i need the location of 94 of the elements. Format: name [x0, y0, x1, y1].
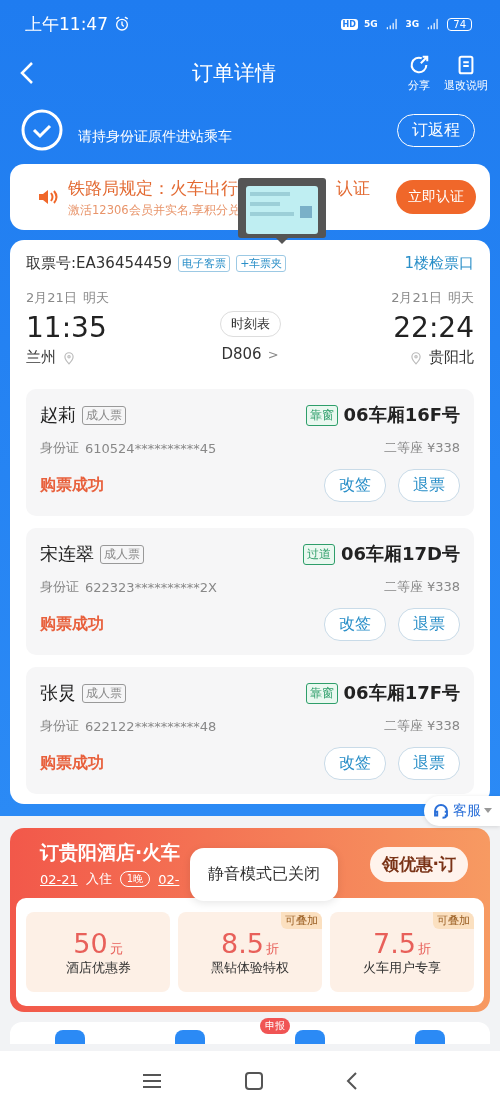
coupon-card[interactable]: 50 元 酒店优惠券: [26, 912, 170, 992]
chevron-icon: >: [267, 346, 279, 362]
seat-position-tag: 过道: [302, 543, 335, 565]
checkin-date[interactable]: 02-21: [40, 871, 78, 887]
arrive-date: 2月21日: [391, 289, 442, 307]
refund-button[interactable]: 退票: [398, 469, 460, 502]
stackable-tag: 可叠加: [433, 912, 474, 929]
id-label: 身份证: [40, 717, 79, 735]
seat-class-price: 二等座 ¥338: [383, 439, 460, 457]
refund-rules-button[interactable]: 退改说明: [444, 53, 488, 93]
coupon-value: 50: [73, 927, 108, 959]
toast-message: 静音模式已关闭: [190, 848, 338, 901]
ticket-status: 购票成功: [40, 753, 104, 774]
timetable-button[interactable]: 时刻表: [219, 311, 281, 337]
status-time: 上午11:47: [25, 12, 108, 36]
speaker-icon: [38, 188, 58, 206]
ticket-type: 成人票: [100, 544, 144, 564]
stackable-tag: 可叠加: [281, 912, 322, 929]
coupon-label: 酒店优惠券: [65, 958, 131, 977]
alarm-icon: [114, 16, 130, 32]
passenger-name: 宋连翠: [40, 542, 94, 566]
id-label: 身份证: [40, 439, 79, 457]
id-label: 身份证: [40, 578, 79, 596]
ticket-status: 购票成功: [40, 614, 104, 635]
seat-position-tag: 靠窗: [305, 404, 338, 426]
hd-indicator: HD: [340, 18, 358, 30]
ticket-status: 购票成功: [40, 475, 104, 496]
coupon-unit: 折: [417, 939, 431, 958]
seat-number: 06车厢17F号: [343, 681, 460, 705]
menu-icon[interactable]: [141, 1073, 162, 1089]
customer-service-button[interactable]: 客服: [424, 796, 500, 826]
home-icon[interactable]: [245, 1072, 263, 1090]
id-number: 610524**********45: [85, 440, 217, 456]
hotel-promo-title: 订贵阳酒店·火车: [40, 841, 181, 863]
pickup-number: 取票号:EA36454459: [26, 254, 173, 273]
change-ticket-button[interactable]: 改签: [324, 608, 386, 641]
change-ticket-button[interactable]: 改签: [324, 469, 386, 502]
id-number: 622323**********2X: [85, 579, 217, 595]
check-circle-icon: [20, 108, 64, 152]
shortcut-icon[interactable]: [295, 1030, 325, 1044]
seat-number: 06车厢17D号: [340, 542, 460, 566]
train-number[interactable]: D806: [221, 345, 262, 363]
passenger-name: 张炅: [40, 681, 76, 705]
verify-button[interactable]: 立即认证: [396, 180, 476, 214]
network-label: 3G: [405, 19, 420, 29]
ticket-type: 成人票: [82, 683, 126, 703]
checkout-date[interactable]: 02-: [158, 871, 180, 887]
arrive-time: 22:24: [393, 311, 474, 344]
seat-class-price: 二等座 ¥338: [383, 578, 460, 596]
share-button[interactable]: 分享: [408, 53, 430, 93]
shortcut-icon[interactable]: [55, 1030, 85, 1044]
declare-badge: 申报: [260, 1018, 290, 1034]
caret-icon: [484, 808, 492, 814]
shortcut-icon[interactable]: [175, 1030, 205, 1044]
arrive-station: 贵阳北: [429, 348, 474, 367]
coupon-value: 7.5: [373, 927, 416, 959]
location-pin-icon: [409, 349, 423, 366]
depart-day: 明天: [82, 289, 109, 307]
seat-position-tag: 靠窗: [305, 682, 338, 704]
ticket-tag[interactable]: +车票夹: [236, 255, 287, 272]
ticket-gate: 1楼检票口: [404, 254, 474, 273]
change-ticket-button[interactable]: 改签: [324, 747, 386, 780]
checkin-label: 入住: [85, 870, 112, 888]
ticket-type: 成人票: [82, 405, 126, 425]
page-title: 订单详情: [191, 60, 277, 87]
coupon-label: 黑钻体验特权: [211, 958, 289, 977]
coupon-card[interactable]: 可叠加 7.5 折 火车用户专享: [330, 912, 474, 992]
share-icon: [408, 53, 430, 76]
battery-level: 74: [447, 17, 472, 31]
boarding-hint: 请持身份证原件进站乘车: [78, 127, 233, 146]
passenger-name: 赵莉: [40, 403, 76, 427]
notice-title: 铁路局规定：火车出行: [68, 176, 238, 200]
depart-station: 兰州: [26, 348, 56, 367]
depart-date: 2月21日: [26, 289, 77, 307]
arrive-day: 明天: [448, 289, 474, 307]
back-icon[interactable]: [346, 1072, 359, 1090]
notice-title: 认证: [336, 176, 370, 200]
coupon-card[interactable]: 可叠加 8.5 折 黑钻体验特权: [178, 912, 322, 992]
seat-number: 06车厢16F号: [343, 403, 460, 427]
coupon-value: 8.5: [221, 927, 264, 959]
location-pin-icon: [62, 349, 76, 366]
ticket-tag[interactable]: 电子客票: [178, 255, 231, 272]
coupon-unit: 元: [109, 939, 123, 958]
headset-icon: [432, 802, 450, 820]
depart-time: 11:35: [26, 311, 107, 344]
network-label: 5G: [363, 19, 378, 29]
seat-class-price: 二等座 ¥338: [383, 717, 460, 735]
shortcut-icon[interactable]: [415, 1030, 445, 1044]
coupon-label: 火车用户专享: [363, 958, 441, 977]
refund-button[interactable]: 退票: [398, 747, 460, 780]
id-number: 622122**********48: [85, 718, 217, 734]
refund-button[interactable]: 退票: [398, 608, 460, 641]
coupon-unit: 折: [265, 939, 279, 958]
claim-discount-button[interactable]: 领优惠·订: [369, 846, 468, 882]
